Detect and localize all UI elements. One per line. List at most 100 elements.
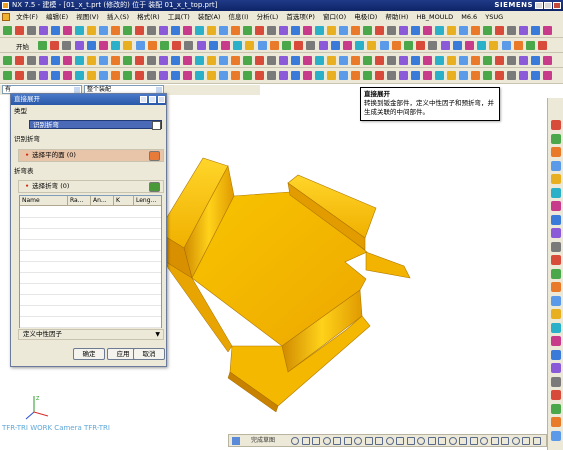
snap-tool-icon[interactable] <box>406 437 415 445</box>
app-menu-icon[interactable] <box>2 13 10 21</box>
resource-bar-icon[interactable] <box>551 363 561 373</box>
toolbar-tool-icon[interactable] <box>489 41 499 50</box>
toolbar-tool-icon[interactable] <box>330 41 340 50</box>
toolbar-tool-icon[interactable] <box>507 26 516 35</box>
toolbar-tool-icon[interactable] <box>75 71 84 80</box>
toolbar-tool-icon[interactable] <box>355 41 365 50</box>
toolbar-tool-icon[interactable] <box>543 26 552 35</box>
snap-tool-icon[interactable] <box>427 437 436 445</box>
resource-bar-icon[interactable] <box>551 282 561 292</box>
type-section-header[interactable]: 类型 <box>14 107 163 116</box>
toolbar-tool-icon[interactable] <box>75 26 84 35</box>
toolbar-tool-icon[interactable] <box>123 26 132 35</box>
toolbar-tool-icon[interactable] <box>279 71 288 80</box>
toolbar-tool-icon[interactable] <box>99 71 108 80</box>
toolbar-tool-icon[interactable] <box>399 56 408 65</box>
table-row[interactable] <box>20 273 161 284</box>
snap-tool-icon[interactable] <box>511 437 520 445</box>
maximize-icon[interactable] <box>544 2 552 9</box>
toolbar-tool-icon[interactable] <box>171 26 180 35</box>
table-row[interactable] <box>20 262 161 273</box>
snap-tool-icon[interactable] <box>438 437 446 445</box>
snap-tool-icon[interactable] <box>333 437 341 445</box>
toolbar-tool-icon[interactable] <box>15 26 24 35</box>
toolbar-tool-icon[interactable] <box>195 71 204 80</box>
toolbar-tool-icon[interactable] <box>147 41 157 50</box>
toolbar-tool-icon[interactable] <box>39 56 48 65</box>
toolbar-tool-icon[interactable] <box>255 71 264 80</box>
toolbar-tool-icon[interactable] <box>111 26 120 35</box>
column-k[interactable]: K <box>114 196 134 206</box>
snap-tool-icon[interactable] <box>354 437 362 445</box>
snap-tool-icon[interactable] <box>480 437 488 445</box>
toolbar-tool-icon[interactable] <box>87 56 96 65</box>
toolbar-tool-icon[interactable] <box>483 26 492 35</box>
toolbar-tool-icon[interactable] <box>327 71 336 80</box>
toolbar-tool-icon[interactable] <box>435 26 444 35</box>
snap-tool-icon[interactable] <box>459 437 467 445</box>
select-bend-row[interactable]: • 选择折弯 (0) <box>18 180 164 193</box>
resource-bar-icon[interactable] <box>551 268 561 279</box>
toolbar-tool-icon[interactable] <box>379 41 389 50</box>
resource-bar-icon[interactable] <box>551 309 561 319</box>
toolbar-tool-icon[interactable] <box>507 56 516 65</box>
resource-bar-icon[interactable] <box>551 147 561 157</box>
toolbar-tool-icon[interactable] <box>183 71 192 80</box>
toolbar-tool-icon[interactable] <box>86 41 96 50</box>
menu-information[interactable]: 信息(I) <box>226 11 252 23</box>
resource-bar-icon[interactable] <box>551 214 561 225</box>
close-icon[interactable] <box>553 2 561 9</box>
toolbar-tool-icon[interactable] <box>519 56 528 65</box>
resource-bar-icon[interactable] <box>551 187 561 198</box>
toolbar-tool-icon[interactable] <box>363 26 372 35</box>
toolbar-tool-icon[interactable] <box>267 56 276 65</box>
toolbar-tool-icon[interactable] <box>294 41 304 50</box>
menu-insert[interactable]: 插入(S) <box>104 11 132 23</box>
snap-tool-icon[interactable] <box>364 437 373 445</box>
table-row[interactable] <box>20 284 161 295</box>
toolbar-tool-icon[interactable] <box>183 56 192 65</box>
menu-electrode[interactable]: 电极(D) <box>351 11 380 23</box>
table-row[interactable] <box>20 295 161 306</box>
resource-bar-icon[interactable] <box>551 417 561 427</box>
toolbar-tool-icon[interactable] <box>471 26 480 35</box>
toolbar-tool-icon[interactable] <box>62 41 72 50</box>
toolbar-tool-icon[interactable] <box>111 41 121 50</box>
toolbar-tool-icon[interactable] <box>111 71 120 80</box>
bend-select-icon[interactable] <box>149 182 160 192</box>
ok-button[interactable]: 确定 <box>73 348 105 360</box>
select-face-row[interactable]: • 选择平的面 (0) <box>18 149 164 162</box>
toolbar-tool-icon[interactable] <box>351 26 360 35</box>
toolbar-tool-icon[interactable] <box>50 41 60 50</box>
toolbar-tool-icon[interactable] <box>351 71 360 80</box>
resource-bar-icon[interactable] <box>551 120 561 130</box>
toolbar-tool-icon[interactable] <box>75 56 84 65</box>
toolbar-tool-icon[interactable] <box>63 26 72 35</box>
table-row[interactable] <box>20 251 161 262</box>
bend-table[interactable]: Name Ra... An... K Leng... <box>19 195 162 328</box>
table-row[interactable] <box>20 240 161 251</box>
face-select-icon[interactable] <box>149 151 160 161</box>
menu-m66[interactable]: M6.6 <box>458 11 480 23</box>
toolbar-tool-icon[interactable] <box>391 41 401 50</box>
toolbar-tool-icon[interactable] <box>243 71 252 80</box>
toolbar-tool-icon[interactable] <box>339 71 348 80</box>
toolbar-tool-icon[interactable] <box>123 71 132 80</box>
resource-bar-icon[interactable] <box>551 336 561 346</box>
toolbar-tool-icon[interactable] <box>404 41 413 50</box>
toolbar-tool-icon[interactable] <box>351 56 360 65</box>
toolbar-tool-icon[interactable] <box>399 26 408 35</box>
resource-bar-icon[interactable] <box>551 133 561 144</box>
toolbar-tool-icon[interactable] <box>171 56 180 65</box>
toolbar-tool-icon[interactable] <box>51 26 60 35</box>
toolbar-tool-icon[interactable] <box>483 56 492 65</box>
snap-tool-icon[interactable] <box>385 437 394 445</box>
toolbar-tool-icon[interactable] <box>495 71 504 80</box>
toolbar-tool-icon[interactable] <box>269 41 279 50</box>
toolbar-tool-icon[interactable] <box>3 71 12 80</box>
bend-table-section-header[interactable]: 折弯表 <box>14 167 163 176</box>
menu-window[interactable]: 窗口(O) <box>320 11 349 23</box>
toolbar-tool-icon[interactable] <box>315 71 324 80</box>
snap-tool-icon[interactable] <box>522 437 530 445</box>
toolbar-tool-icon[interactable] <box>459 71 468 80</box>
